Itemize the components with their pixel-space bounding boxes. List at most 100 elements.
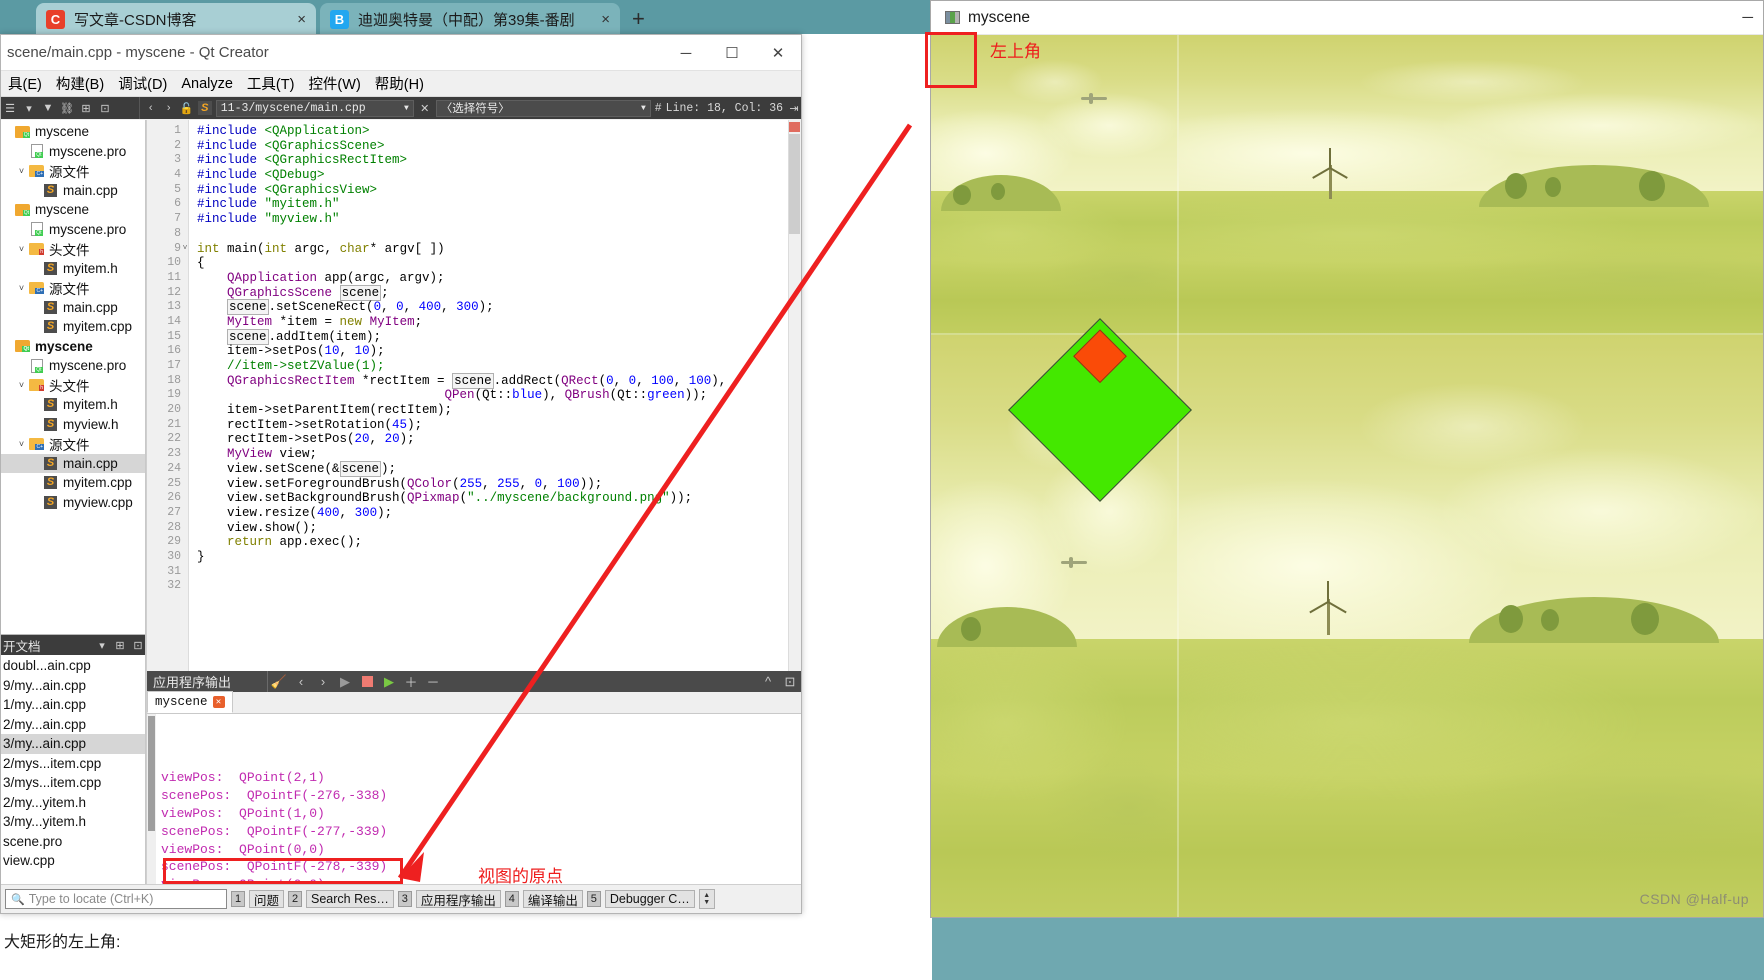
open-document-item[interactable]: 3/mys...item.cpp <box>1 773 145 793</box>
open-document-item[interactable]: 1/my...ain.cpp <box>1 695 145 715</box>
code-line[interactable]: 3 #include <QGraphicsRectItem> <box>147 153 801 168</box>
tree-item-main.cpp[interactable]: Smain.cpp <box>1 453 145 473</box>
code-line[interactable]: 26 view.setBackgroundBrush(QPixmap("../m… <box>147 491 801 506</box>
browser-tab-close-icon[interactable]: × <box>297 11 306 28</box>
qt-status-bar[interactable]: 🔍 Type to locate (Ctrl+K) 1 问题 2 Search … <box>1 884 801 913</box>
code-lines[interactable]: 1 #include <QApplication> 2 #include <QGrap… <box>147 120 801 671</box>
chevron-down-icon[interactable]: ▾ <box>22 101 36 115</box>
tree-item-main.cpp[interactable]: Smain.cpp <box>1 181 145 201</box>
editor-scroll-thumb[interactable] <box>789 134 800 234</box>
code-line[interactable]: 20 item->setParentItem(rectItem); <box>147 403 801 418</box>
close-panel-icon[interactable]: ⊡ <box>131 638 145 652</box>
tree-item-myscene[interactable]: myscene <box>1 122 145 142</box>
status-button-search-results[interactable]: 2 Search Res… <box>288 889 394 909</box>
open-document-item[interactable]: 9/my...ain.cpp <box>1 676 145 696</box>
split-add-icon[interactable]: ⊞ <box>113 638 127 652</box>
tree-item-myscene[interactable]: myscene <box>1 337 145 357</box>
code-line[interactable]: 27 view.resize(400, 300); <box>147 506 801 521</box>
chevron-down-icon[interactable]: ▼ <box>404 104 409 113</box>
tree-item-头文件[interactable]: ˅ 头文件 <box>1 376 145 396</box>
prev-icon[interactable]: ‹ <box>290 671 312 692</box>
open-document-item[interactable]: 3/my...ain.cpp <box>1 734 145 754</box>
fold-toggle-icon[interactable]: ˅ <box>181 242 189 257</box>
code-line[interactable]: 11 QApplication app(argc, argv); <box>147 271 801 286</box>
tree-item-myitem.h[interactable]: Smyitem.h <box>1 395 145 415</box>
minimize-button[interactable]: ─ <box>1742 9 1753 26</box>
chevron-down-icon[interactable]: ˅ <box>15 283 28 293</box>
qt-menu-bar[interactable]: 具(E) 构建(B) 调试(D) Analyze 工具(T) 控件(W) 帮助(… <box>1 71 801 97</box>
forward-icon[interactable]: › <box>162 101 176 115</box>
status-spinner-buttons[interactable]: ▲ ▼ <box>698 889 715 909</box>
output-scroll-thumb[interactable] <box>148 716 155 831</box>
file-path-combo[interactable]: 11-3/myscene/main.cpp ▼ <box>215 99 414 117</box>
project-sidebar[interactable]: myscenemyscene.pro˅源文件Smain.cppmyscenemy… <box>1 120 146 884</box>
code-line[interactable]: 16 item->setPos(10, 10); <box>147 344 801 359</box>
menu-item-widgets[interactable]: 控件(W) <box>301 71 367 96</box>
tree-item-myscene.pro[interactable]: myscene.pro <box>1 356 145 376</box>
maximize-output-icon[interactable]: ^ <box>757 671 779 692</box>
open-documents-list[interactable]: doubl...ain.cpp 9/my...ain.cpp 1/my...ain.… <box>1 655 145 884</box>
code-line[interactable]: 30} <box>147 550 801 565</box>
qt-minimize-button[interactable]: ─ <box>663 35 709 71</box>
tree-item-源文件[interactable]: ˅ 源文件 <box>1 161 145 181</box>
status-button-compile-output[interactable]: 4 编译输出 <box>504 889 583 909</box>
chevron-up-icon[interactable]: ▲ <box>703 892 710 899</box>
code-line[interactable]: 32 <box>147 579 801 594</box>
tree-item-myview.h[interactable]: Smyview.h <box>1 415 145 435</box>
tree-item-源文件[interactable]: ˅ 源文件 <box>1 434 145 454</box>
browser-tab-0[interactable]: C 写文章-CSDN博客 × <box>36 3 316 36</box>
tree-item-myitem.h[interactable]: Smyitem.h <box>1 259 145 279</box>
output-tab-myscene[interactable]: myscene ✕ <box>147 691 233 713</box>
lock-icon[interactable]: 🔓 <box>180 101 194 115</box>
open-document-item[interactable]: 2/mys...item.cpp <box>1 754 145 774</box>
browser-tab-1[interactable]: B 迪迦奥特曼（中配）第39集-番剧 × <box>320 3 620 36</box>
open-document-item[interactable]: 2/my...yitem.h <box>1 793 145 813</box>
tree-item-myscene.pro[interactable]: myscene.pro <box>1 142 145 162</box>
code-line[interactable]: 28 view.show(); <box>147 521 801 536</box>
code-line[interactable]: 15 scene .addItem(item); <box>147 328 801 345</box>
open-document-item[interactable]: 2/my...ain.cpp <box>1 715 145 735</box>
code-line[interactable]: 2 #include <QGraphicsScene> <box>147 139 801 154</box>
chevron-down-icon[interactable]: ▾ <box>95 638 109 652</box>
open-documents-panel[interactable]: 开文档 ▾ ⊞ ⊡ doubl...ain.cpp 9/my...ain.cpp 1… <box>1 634 145 884</box>
menu-item-build[interactable]: 构建(B) <box>49 71 111 96</box>
chevron-down-icon[interactable]: ˅ <box>15 439 28 449</box>
qt-close-button[interactable]: ✕ <box>755 35 801 71</box>
rerun-icon[interactable]: ▶ <box>378 671 400 692</box>
close-output-icon[interactable]: ⊡ <box>779 671 801 692</box>
clear-icon[interactable]: 🧹 <box>268 671 290 692</box>
open-document-item[interactable]: scene.pro <box>1 832 145 852</box>
status-button-issues[interactable]: 1 问题 <box>231 889 285 909</box>
status-button-app-output[interactable]: 3 应用程序输出 <box>397 889 501 909</box>
open-document-item[interactable]: doubl...ain.cpp <box>1 656 145 676</box>
chevron-down-icon[interactable]: ▼ <box>703 899 710 906</box>
code-line[interactable]: 23 MyView view; <box>147 447 801 462</box>
code-line[interactable]: 8 <box>147 227 801 242</box>
link-icon[interactable]: ⛓ <box>60 101 74 115</box>
status-button-debugger-console[interactable]: 5 Debugger C… <box>586 889 695 909</box>
code-line[interactable]: 13 scene .setSceneRect(0, 0, 400, 300); <box>147 299 801 316</box>
line-col-extra-icon[interactable]: ⇥ <box>787 101 801 115</box>
stop-icon[interactable] <box>356 671 378 692</box>
code-line[interactable]: 19 QPen(Qt::blue), QBrush(Qt::green)); <box>147 388 801 403</box>
code-line[interactable]: 14 MyItem *item = new MyItem; <box>147 315 801 330</box>
tree-item-main.cpp[interactable]: Smain.cpp <box>1 298 145 318</box>
chevron-down-icon[interactable]: ˅ <box>15 166 28 176</box>
code-line[interactable]: 31 <box>147 565 801 580</box>
open-document-item[interactable]: view.cpp <box>1 851 145 871</box>
code-line[interactable]: 1 #include <QApplication> <box>147 124 801 139</box>
close-icon[interactable]: ✕ <box>212 696 225 708</box>
code-editor[interactable]: 1 #include <QApplication> 2 #include <QGrap… <box>146 120 801 671</box>
qt-editor-toolbar[interactable]: ☰ ▾ ▼ ⛓ ⊞ ⊡ ‹ › 🔓 S 11-3/myscene/main.cp… <box>1 97 801 119</box>
hamburger-icon[interactable]: ☰ <box>3 101 17 115</box>
output-tabs[interactable]: myscene ✕ <box>147 691 801 714</box>
code-line[interactable]: 29 return app.exec(); <box>147 535 801 550</box>
menu-item-edit[interactable]: 具(E) <box>1 71 49 96</box>
output-pane-header[interactable]: 应用程序输出 🧹 ‹ › ▶ ▶ ＋ － ^ ⊡ <box>147 671 801 692</box>
zoom-out-icon[interactable]: － <box>422 671 444 692</box>
tree-item-源文件[interactable]: ˅ 源文件 <box>1 278 145 298</box>
open-document-item[interactable]: 3/my...yitem.h <box>1 812 145 832</box>
code-line[interactable]: 21 rectItem->setRotation(45); <box>147 418 801 433</box>
chevron-down-icon[interactable]: ˅ <box>15 380 28 390</box>
menu-item-help[interactable]: 帮助(H) <box>368 71 431 96</box>
